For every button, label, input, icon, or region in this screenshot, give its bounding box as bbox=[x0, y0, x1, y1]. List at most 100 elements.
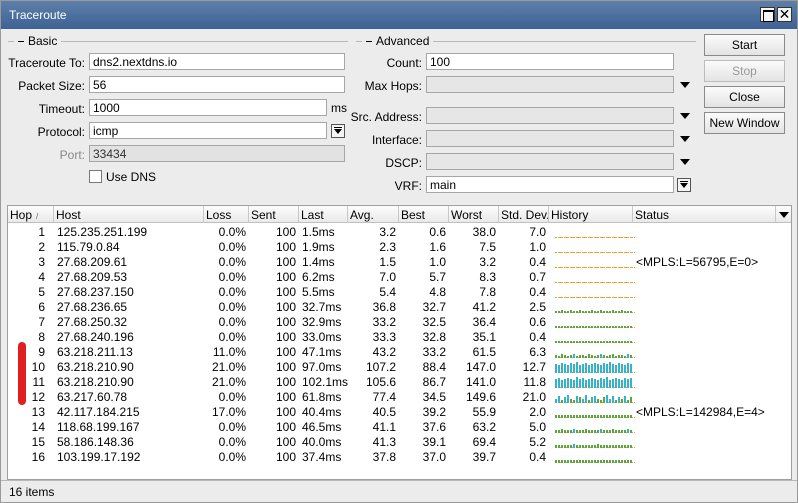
maximize-icon[interactable] bbox=[760, 7, 775, 22]
cell-last: 37.4ms bbox=[302, 450, 342, 464]
src-address-input[interactable] bbox=[426, 107, 674, 124]
cell-avg: 105.6 bbox=[365, 375, 396, 389]
history-bar bbox=[627, 400, 629, 403]
history-bar bbox=[630, 397, 632, 403]
history-bar bbox=[582, 282, 584, 283]
table-row[interactable]: 11 63.218.210.90 21.0% 100 102.1ms 105.6 86.7 1… bbox=[8, 375, 791, 390]
interface-expand-icon[interactable] bbox=[680, 136, 690, 142]
table-row[interactable]: 15 58.186.148.36 0.0% 100 40.0ms 41.3 39.1 69.4… bbox=[8, 435, 791, 450]
interface-input[interactable] bbox=[426, 130, 674, 147]
table-row[interactable]: 16 103.199.17.192 0.0% 100 37.4ms 37.8 37.0 39.… bbox=[8, 450, 791, 465]
window-title: Traceroute bbox=[9, 8, 67, 22]
table-row[interactable]: 10 63.218.210.90 21.0% 100 97.0ms 107.2 88.4 14… bbox=[8, 360, 791, 375]
table-row[interactable]: 8 27.68.240.196 0.0% 100 33.0ms 33.3 32.8 35.1 0… bbox=[8, 330, 791, 345]
cell-loss: 0.0% bbox=[218, 390, 246, 404]
col-history[interactable]: History bbox=[549, 206, 633, 223]
max-hops-input[interactable] bbox=[426, 76, 674, 93]
history-bar bbox=[630, 252, 632, 253]
table-row[interactable]: 6 27.68.236.65 0.0% 100 32.7ms 36.8 32.7 41.2 2.… bbox=[8, 300, 791, 315]
table-row[interactable]: 12 63.217.60.78 0.0% 100 61.8ms 77.4 34.5 149.6… bbox=[8, 390, 791, 405]
packet-size-input[interactable]: 56 bbox=[89, 76, 345, 93]
dscp-input[interactable] bbox=[426, 153, 674, 170]
col-last[interactable]: Last bbox=[299, 206, 348, 223]
table-row[interactable]: 2 115.79.0.84 0.0% 100 1.9ms 2.3 1.6 7.5 1.0 bbox=[8, 240, 791, 255]
history-bar bbox=[630, 282, 632, 283]
history-bar bbox=[627, 445, 629, 448]
col-status[interactable]: Status bbox=[633, 206, 776, 223]
history-bar bbox=[558, 326, 560, 328]
use-dns-checkbox[interactable] bbox=[89, 170, 102, 183]
history-bar bbox=[558, 365, 560, 373]
history-bar bbox=[561, 363, 563, 373]
history-bar bbox=[600, 310, 602, 313]
src-address-expand-icon[interactable] bbox=[680, 113, 690, 119]
history-sparkline bbox=[555, 226, 635, 238]
history-bar bbox=[579, 460, 581, 463]
stop-button[interactable]: Stop bbox=[704, 60, 785, 82]
history-bar bbox=[564, 237, 566, 238]
history-bar bbox=[582, 311, 584, 313]
cell-sent: 100 bbox=[275, 450, 296, 464]
table-row[interactable]: 7 27.68.250.32 0.0% 100 32.9ms 33.2 32.5 36.4 0.… bbox=[8, 315, 791, 330]
history-bar bbox=[591, 445, 593, 448]
history-bar bbox=[570, 282, 572, 283]
history-bar bbox=[561, 267, 563, 268]
col-hop[interactable]: Hop / bbox=[8, 206, 54, 223]
cell-last: 61.8ms bbox=[302, 390, 342, 404]
col-host[interactable]: Host bbox=[54, 206, 204, 223]
col-loss[interactable]: Loss bbox=[204, 206, 249, 223]
timeout-input[interactable]: 1000 bbox=[89, 99, 327, 116]
history-bar bbox=[630, 341, 632, 343]
history-bar bbox=[597, 311, 599, 313]
cell-status bbox=[633, 240, 776, 255]
history-bar bbox=[582, 237, 584, 238]
cell-worst: 7.8 bbox=[479, 285, 496, 299]
history-bar bbox=[624, 237, 626, 238]
col-worst[interactable]: Worst bbox=[449, 206, 499, 223]
cell-best: 1.6 bbox=[429, 240, 446, 254]
table-row[interactable]: 9 63.218.211.13 11.0% 100 47.1ms 43.2 33.2 61.5… bbox=[8, 345, 791, 360]
cell-last: 1.4ms bbox=[302, 255, 335, 269]
history-bar bbox=[627, 311, 629, 313]
cell-hop: 14 bbox=[31, 420, 45, 434]
vrf-dropdown-icon[interactable] bbox=[677, 178, 691, 192]
history-bar bbox=[582, 445, 584, 448]
table-row[interactable]: 5 27.68.237.150 0.0% 100 5.5ms 5.4 4.8 7.8 0.4 bbox=[8, 285, 791, 300]
table-row[interactable]: 14 118.68.199.167 0.0% 100 46.5ms 41.1 37.6 63.… bbox=[8, 420, 791, 435]
history-bar bbox=[561, 297, 563, 298]
history-bar bbox=[588, 237, 590, 238]
max-hops-expand-icon[interactable] bbox=[680, 82, 690, 88]
new-window-button[interactable]: New Window bbox=[704, 112, 785, 134]
history-bar bbox=[570, 267, 572, 268]
table-row[interactable]: 1 125.235.251.199 0.0% 100 1.5ms 3.2 0.6 38.0 7.… bbox=[8, 225, 791, 240]
protocol-select[interactable]: icmp bbox=[89, 122, 327, 139]
traceroute-to-input[interactable]: dns2.nextdns.io bbox=[89, 53, 345, 70]
basic-heading[interactable]: Basic bbox=[14, 34, 62, 48]
history-bar bbox=[618, 297, 620, 298]
count-input[interactable]: 100 bbox=[426, 53, 674, 70]
table-row[interactable]: 4 27.68.209.53 0.0% 100 6.2ms 7.0 5.7 8.3 0.7 bbox=[8, 270, 791, 285]
history-bar bbox=[591, 341, 593, 343]
cell-worst: 35.1 bbox=[472, 330, 496, 344]
vrf-select[interactable]: main bbox=[426, 176, 674, 193]
close-button[interactable]: Close bbox=[704, 86, 785, 108]
history-bar bbox=[573, 252, 575, 253]
col-sent[interactable]: Sent bbox=[249, 206, 299, 223]
history-bar bbox=[615, 326, 617, 328]
start-button[interactable]: Start bbox=[704, 34, 785, 56]
title-bar[interactable]: Traceroute ✕ bbox=[1, 1, 797, 29]
dscp-expand-icon[interactable] bbox=[680, 159, 690, 165]
col-avg[interactable]: Avg. bbox=[348, 206, 399, 223]
traceroute-window: Traceroute ✕ Basic Traceroute To: dns2.n… bbox=[0, 0, 798, 503]
col-std-dev[interactable]: Std. Dev. bbox=[499, 206, 549, 223]
col-best[interactable]: Best bbox=[399, 206, 449, 223]
columns-menu-icon[interactable] bbox=[776, 206, 791, 223]
table-row[interactable]: 3 27.68.209.61 0.0% 100 1.4ms 1.5 1.0 3.2 0.4 <MP… bbox=[8, 255, 791, 270]
history-bar bbox=[594, 363, 596, 373]
advanced-heading[interactable]: Advanced bbox=[362, 34, 434, 48]
table-row[interactable]: 13 42.117.184.215 17.0% 100 40.4ms 40.5 39.2 55… bbox=[8, 405, 791, 420]
history-bar bbox=[627, 415, 629, 418]
close-icon[interactable]: ✕ bbox=[777, 7, 792, 22]
history-bar bbox=[573, 380, 575, 388]
history-bar bbox=[579, 282, 581, 283]
